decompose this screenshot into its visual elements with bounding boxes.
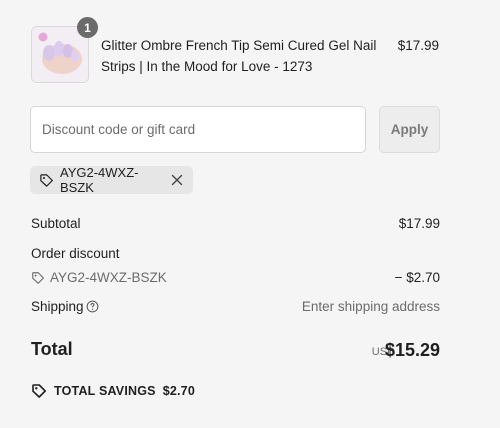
order-discount-code-row: AYG2-4WXZ-BSZK xyxy=(31,270,167,285)
tag-icon xyxy=(32,384,46,398)
applied-discount-chip: AYG2-4WXZ-BSZK xyxy=(30,165,193,195)
quantity-badge: 1 xyxy=(77,17,98,38)
tag-icon xyxy=(40,173,53,187)
subtotal-label: Subtotal xyxy=(31,216,81,231)
close-icon[interactable] xyxy=(170,173,184,187)
question-circle-icon[interactable] xyxy=(86,300,99,313)
total-savings-label: TOTAL SAVINGS xyxy=(54,384,156,398)
order-discount-value: − $2.70 xyxy=(394,270,440,285)
tag-icon xyxy=(32,271,44,284)
shipping-value: Enter shipping address xyxy=(301,299,440,314)
product-title: Glitter Ombre French Tip Semi Cured Gel … xyxy=(101,38,377,74)
total-savings: TOTAL SAVINGS $2.70 xyxy=(31,383,195,399)
total-label: Total xyxy=(31,339,73,359)
product-price: $17.99 xyxy=(397,38,439,53)
discount-code-input[interactable] xyxy=(30,106,366,153)
total-amount: $15.29 xyxy=(384,340,440,360)
total-savings-amount: $2.70 xyxy=(162,384,195,398)
applied-discount-code: AYG2-4WXZ-BSZK xyxy=(60,165,139,195)
order-discount-code: AYG2-4WXZ-BSZK xyxy=(50,270,167,285)
order-discount-label: Order discount xyxy=(31,246,120,261)
subtotal-value: $17.99 xyxy=(398,216,440,231)
apply-button[interactable]: Apply xyxy=(379,106,440,153)
shipping-label: Shipping xyxy=(31,299,84,314)
